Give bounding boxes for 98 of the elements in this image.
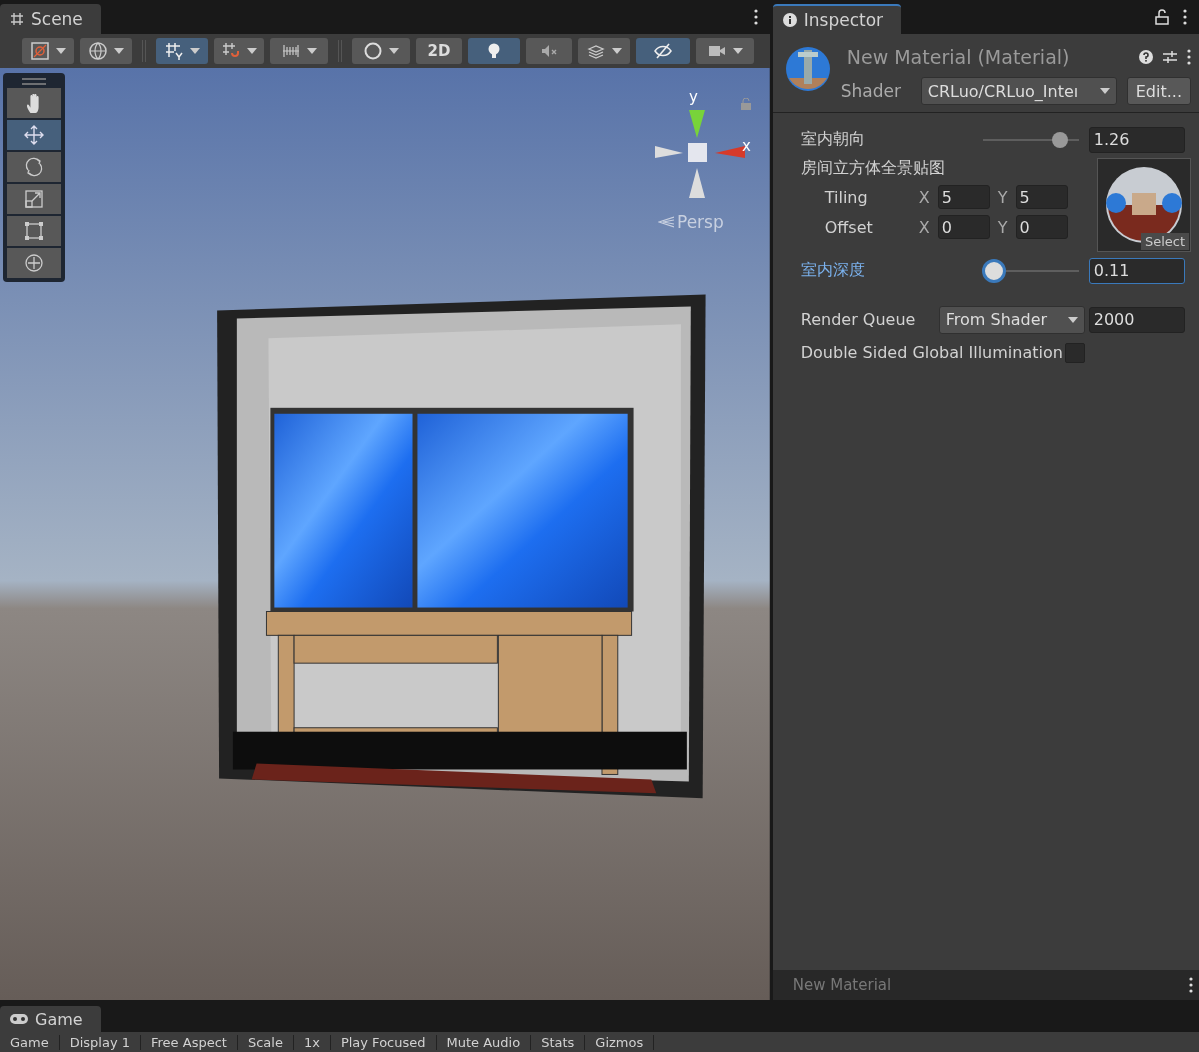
hand-icon	[27, 93, 41, 113]
more-options-icon[interactable]	[1189, 977, 1193, 993]
game-toolbar-item[interactable]: Play Focused	[330, 1034, 437, 1050]
game-toolbar-item[interactable]: Mute Audio	[436, 1034, 532, 1050]
caret-icon	[190, 48, 200, 54]
game-toolbar-item[interactable]: Gizmos	[585, 1034, 655, 1050]
y-axis-label: y	[689, 88, 698, 106]
game-tab-label: Game	[35, 1009, 83, 1029]
material-sphere-icon	[784, 46, 831, 92]
scene-toolbar-button[interactable]	[468, 38, 520, 64]
render-queue-field[interactable]: 2000	[1088, 306, 1185, 333]
sphere-icon	[363, 41, 383, 61]
game-toolbar-item[interactable]: Display 1	[59, 1034, 142, 1050]
perspective-icon	[658, 216, 674, 228]
scene-toolbar-button[interactable]	[214, 38, 264, 64]
help-icon[interactable]	[1139, 50, 1153, 64]
inspector-tab[interactable]: Inspector	[772, 4, 902, 34]
transform-icon	[23, 252, 45, 274]
tool-button[interactable]	[7, 216, 61, 246]
tiling-x-field[interactable]: 5	[937, 185, 990, 209]
tiling-y-field[interactable]: 5	[1015, 185, 1068, 209]
texture-slot[interactable]: Select	[1097, 158, 1191, 252]
property-label: 房间立方体全景贴图	[800, 158, 946, 179]
scene-toolbar-button[interactable]	[352, 38, 410, 64]
scene-toolbar-button[interactable]	[578, 38, 630, 64]
offset-x-field[interactable]: 0	[937, 215, 990, 239]
property-label: 室内深度	[800, 260, 866, 281]
game-toolbar-item[interactable]: 1x	[293, 1034, 331, 1050]
scene-toolbar-button[interactable]	[22, 38, 74, 64]
axis-label: X	[918, 187, 930, 207]
info-icon	[782, 13, 797, 27]
caret-icon	[389, 48, 399, 54]
more-options-icon[interactable]	[1187, 49, 1191, 65]
inspector-tab-label: Inspector	[803, 10, 884, 30]
axis-label: Y	[997, 187, 1008, 207]
axis-label: Y	[997, 217, 1008, 237]
rect-icon	[23, 220, 45, 242]
game-tab[interactable]: Game	[0, 1006, 101, 1032]
game-toolbar-item[interactable]: Stats	[531, 1034, 586, 1050]
move-arrows-icon	[23, 124, 45, 146]
property-label: 室内朝向	[800, 129, 866, 150]
caret-icon	[733, 48, 743, 54]
tool-button[interactable]	[7, 248, 61, 278]
scene-toolbar-button[interactable]	[696, 38, 754, 64]
scene-toolbar-button[interactable]	[526, 38, 572, 64]
tool-button[interactable]	[7, 152, 61, 182]
tiling-label: Tiling	[824, 187, 869, 207]
select-button[interactable]: Select	[1140, 233, 1189, 250]
scene-toolbar-button[interactable]	[80, 38, 132, 64]
gamepad-icon	[10, 1013, 28, 1025]
caret-icon	[1067, 316, 1078, 323]
caret-icon	[307, 48, 317, 54]
scene-tab-label: Scene	[31, 9, 83, 29]
scene-toolbar-button[interactable]	[270, 38, 328, 64]
sliders-icon[interactable]	[1163, 50, 1177, 64]
lock-icon[interactable]	[1155, 9, 1169, 25]
gizmo-tool-icon	[30, 41, 50, 61]
game-toolbar-item[interactable]: Scale	[237, 1034, 294, 1050]
caret-icon	[56, 48, 66, 54]
game-toolbar-item[interactable]: Game	[0, 1034, 60, 1050]
rotate-icon	[23, 156, 45, 178]
double-sided-gi-label: Double Sided Global Illumination	[800, 343, 1063, 362]
checkbox[interactable]	[1064, 342, 1085, 363]
tool-button[interactable]	[7, 88, 61, 118]
scene-toolbar-button[interactable]	[156, 38, 208, 64]
axis-label: X	[918, 217, 930, 237]
caret-icon	[247, 48, 257, 54]
drag-handle-icon[interactable]	[22, 78, 46, 86]
tool-button[interactable]	[7, 120, 61, 150]
game-toolbar-item[interactable]: Free Aspect	[141, 1034, 238, 1050]
grid-icon	[10, 12, 24, 26]
scene-toolbar-button[interactable]	[636, 38, 690, 64]
shader-dropdown[interactable]: CRLuo/CRLuo_Inteı	[920, 77, 1117, 105]
shader-label: Shader	[840, 81, 902, 101]
scene-tab[interactable]: Scene	[0, 4, 101, 34]
number-field[interactable]: 1.26	[1088, 126, 1185, 153]
number-field[interactable]: 0.11	[1088, 257, 1185, 284]
edit-button[interactable]: Edit...	[1126, 77, 1191, 105]
grid-snap-icon	[164, 41, 184, 61]
eye-slash-icon	[653, 41, 673, 61]
x-axis-label: x	[742, 137, 751, 155]
more-options-icon[interactable]	[753, 9, 758, 25]
more-options-icon[interactable]	[1183, 9, 1187, 25]
caret-icon	[1099, 88, 1110, 94]
render-queue-label: Render Queue	[800, 310, 917, 329]
slider-thumb[interactable]	[982, 258, 1007, 283]
scene-toolbar-button[interactable]: 2D	[416, 38, 462, 64]
scale-icon	[23, 188, 45, 210]
offset-y-field[interactable]: 0	[1015, 215, 1068, 239]
render-queue-dropdown[interactable]: From Shader	[938, 305, 1085, 334]
globe-icon	[88, 41, 108, 61]
tool-button[interactable]	[7, 184, 61, 214]
slider-thumb[interactable]	[1051, 131, 1068, 148]
caret-icon	[612, 48, 622, 54]
offset-label: Offset	[824, 217, 874, 237]
material-name: New Material (Material)	[845, 46, 1071, 68]
caret-icon	[114, 48, 124, 54]
preview-label: New Material	[792, 976, 892, 994]
